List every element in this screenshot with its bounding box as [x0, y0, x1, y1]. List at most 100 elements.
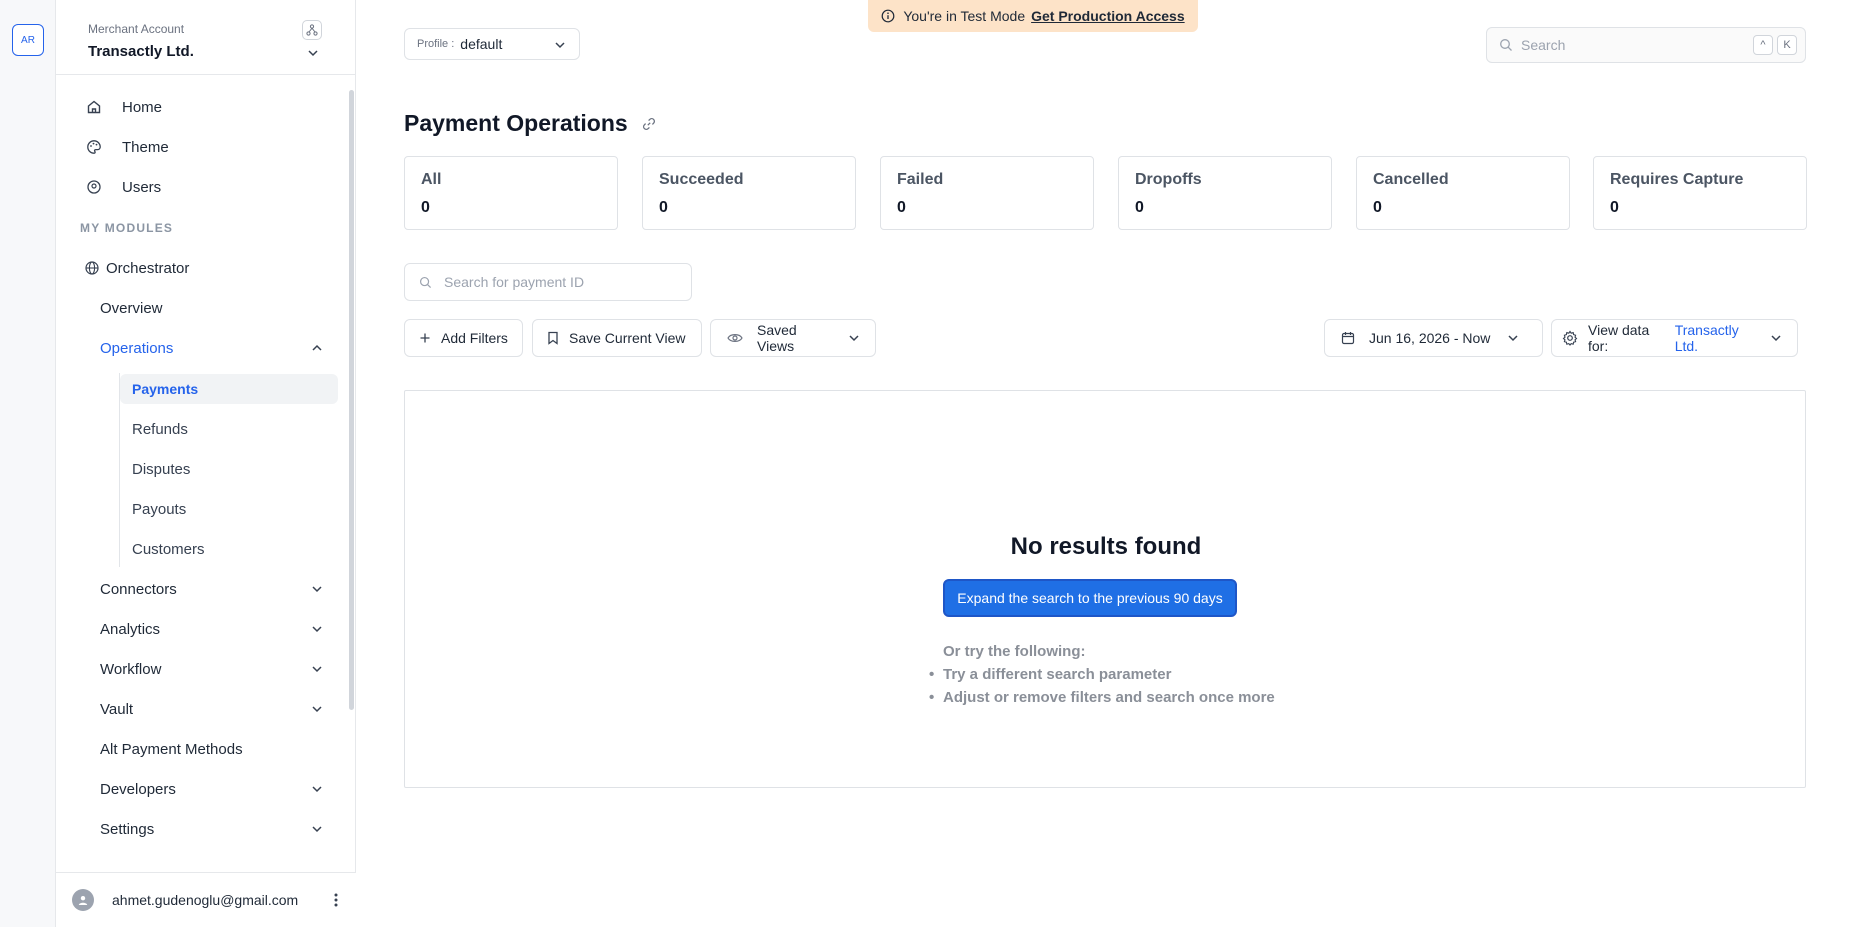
merchant-account-label: Merchant Account: [88, 22, 185, 36]
chevron-up-icon: [310, 341, 324, 355]
workspace-avatar[interactable]: AR: [12, 24, 44, 56]
date-range-label: Jun 16, 2026 - Now: [1369, 330, 1491, 346]
test-mode-text: You're in Test Mode: [903, 8, 1026, 24]
sidebar-item-label: Workflow: [100, 660, 162, 678]
sidebar-item-home[interactable]: Home: [80, 90, 334, 124]
page-title: Payment Operations: [404, 110, 628, 136]
chevron-down-icon[interactable]: [306, 46, 320, 60]
view-data-label: View data for:: [1588, 322, 1650, 354]
org-tree-icon[interactable]: [302, 20, 322, 40]
stat-card-succeeded[interactable]: Succeeded 0: [642, 156, 856, 230]
stat-label: Dropoffs: [1135, 171, 1202, 188]
sidebar-item-analytics[interactable]: Analytics: [100, 612, 334, 646]
workspace-rail: AR: [0, 0, 56, 927]
gear-icon: [1562, 330, 1578, 346]
shortcut-key-k: K: [1777, 35, 1797, 55]
sidebar-item-vault[interactable]: Vault: [100, 692, 334, 726]
stat-value: 0: [421, 199, 430, 216]
view-data-value: Transactly Ltd.: [1674, 322, 1739, 354]
add-filters-button[interactable]: Add Filters: [404, 319, 523, 357]
date-range-picker[interactable]: Jun 16, 2026 - Now: [1324, 319, 1543, 357]
chevron-down-icon: [847, 331, 861, 345]
save-current-view-label: Save Current View: [569, 330, 686, 346]
more-vertical-icon[interactable]: [326, 889, 346, 911]
stat-value: 0: [1373, 199, 1382, 216]
avatar: [72, 889, 94, 911]
stat-card-cancelled[interactable]: Cancelled 0: [1356, 156, 1570, 230]
info-icon: [881, 9, 895, 23]
get-production-access-link[interactable]: Get Production Access: [1031, 8, 1185, 24]
stat-value: 0: [1135, 199, 1144, 216]
stat-card-dropoffs[interactable]: Dropoffs 0: [1118, 156, 1332, 230]
results-panel: No results found Expand the search to th…: [404, 390, 1806, 788]
no-results-title: No results found: [1010, 533, 1202, 560]
sidebar-item-label: Users: [122, 178, 162, 196]
search-placeholder: Search: [1521, 37, 1566, 53]
profile-label: Profile :: [417, 38, 455, 50]
sidebar-item-label: Developers: [100, 780, 176, 798]
globe-icon: [84, 260, 100, 276]
sidebar-item-settings[interactable]: Settings: [100, 812, 334, 846]
stat-value: 0: [659, 199, 668, 216]
sidebar-item-label: Connectors: [100, 580, 177, 598]
payment-id-search-input[interactable]: Search for payment ID: [404, 263, 692, 301]
sidebar-item-label: Overview: [100, 299, 163, 317]
sidebar-item-developers[interactable]: Developers: [100, 772, 334, 806]
stat-label: Failed: [897, 171, 944, 188]
view-data-for-select[interactable]: View data for: Transactly Ltd.: [1551, 319, 1798, 357]
sidebar-item-label: Analytics: [100, 620, 161, 638]
sidebar-item-workflow[interactable]: Workflow: [100, 652, 334, 686]
sidebar-item-connectors[interactable]: Connectors: [100, 572, 334, 606]
saved-views-dropdown[interactable]: Saved Views: [710, 319, 876, 357]
chevron-down-icon: [553, 38, 567, 52]
sidebar-item-users[interactable]: Users: [80, 170, 334, 204]
tip-item: Adjust or remove filters and search once…: [929, 689, 1275, 706]
profile-select[interactable]: Profile : default: [404, 28, 580, 60]
link-icon[interactable]: [641, 116, 657, 132]
add-filters-label: Add Filters: [441, 330, 508, 346]
palette-icon: [84, 137, 104, 157]
user-account-row[interactable]: ahmet.gudenoglu@gmail.com: [56, 872, 356, 927]
stat-card-all[interactable]: All 0: [404, 156, 618, 230]
chevron-down-icon: [310, 782, 324, 796]
chevron-down-icon: [1769, 331, 1783, 345]
expand-search-button[interactable]: Expand the search to the previous 90 day…: [943, 579, 1237, 617]
sidebar-item-refunds[interactable]: Refunds: [120, 414, 338, 444]
chevron-down-icon: [310, 822, 324, 836]
merchant-switcher[interactable]: Merchant Account Transactly Ltd.: [56, 0, 355, 75]
sidebar-item-label: Theme: [122, 138, 169, 156]
global-search-input[interactable]: Search ^ K: [1486, 27, 1806, 63]
sidebar-item-label: Alt Payment Methods: [100, 740, 243, 758]
chevron-down-icon: [310, 622, 324, 636]
sidebar-item-customers[interactable]: Customers: [120, 534, 338, 564]
stat-card-failed[interactable]: Failed 0: [880, 156, 1094, 230]
stat-value: 0: [1610, 199, 1619, 216]
tip-item: Try a different search parameter: [929, 666, 1275, 683]
home-icon: [84, 97, 104, 117]
eye-icon: [727, 332, 743, 344]
bookmark-icon: [547, 331, 559, 345]
test-mode-banner: You're in Test Mode Get Production Acces…: [868, 0, 1198, 32]
sidebar-item-alt-payment-methods[interactable]: Alt Payment Methods: [100, 732, 334, 766]
sidebar-item-theme[interactable]: Theme: [80, 130, 334, 164]
sidebar-item-overview[interactable]: Overview: [100, 291, 334, 325]
sidebar-item-label: Settings: [100, 820, 155, 838]
search-icon: [1499, 38, 1513, 52]
users-icon: [84, 177, 104, 197]
sidebar-item-label: Operations: [100, 339, 174, 357]
save-current-view-button[interactable]: Save Current View: [532, 319, 702, 357]
calendar-icon: [1341, 331, 1355, 345]
sidebar-item-payouts[interactable]: Payouts: [120, 494, 338, 524]
sidebar-item-operations[interactable]: Operations: [100, 331, 334, 365]
stat-card-requires-capture[interactable]: Requires Capture 0: [1593, 156, 1807, 230]
merchant-name[interactable]: Transactly Ltd.: [88, 43, 194, 60]
sidebar-item-orchestrator[interactable]: Orchestrator: [80, 251, 334, 285]
sidebar-item-disputes[interactable]: Disputes: [120, 454, 338, 484]
tips-list: Try a different search parameter Adjust …: [929, 666, 1275, 706]
sidebar: Merchant Account Transactly Ltd. Home Th…: [56, 0, 356, 927]
sidebar-item-label: Vault: [100, 700, 134, 718]
shortcut-key-ctrl: ^: [1753, 35, 1773, 55]
saved-views-label: Saved Views: [757, 322, 797, 354]
sidebar-scrollbar[interactable]: [349, 90, 354, 710]
sidebar-item-payments[interactable]: Payments: [120, 374, 338, 404]
